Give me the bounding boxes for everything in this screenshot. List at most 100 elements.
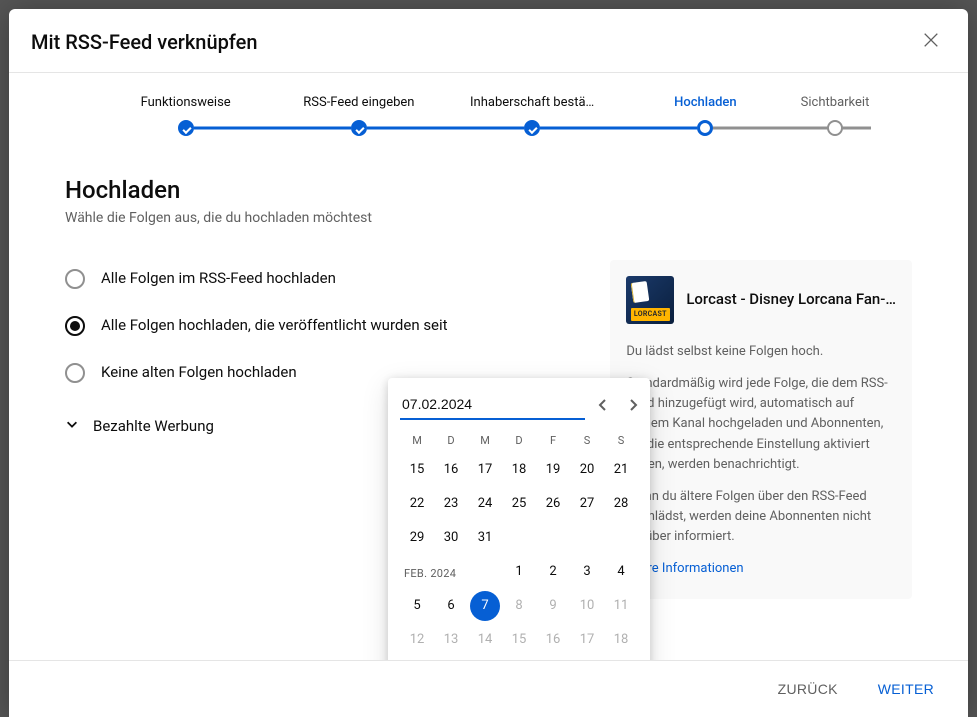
chevron-right-icon xyxy=(627,399,639,414)
calendar-day[interactable]: 3 xyxy=(572,557,602,587)
calendar-day-prev[interactable]: 20 xyxy=(572,455,602,485)
calendar-day-prev[interactable]: 16 xyxy=(436,455,466,485)
calendar-month-label: FEB. 2024 xyxy=(400,557,468,587)
calendar-weekday: M xyxy=(468,428,502,451)
step-4: Sichtbarkeit xyxy=(792,95,878,136)
calendar-day-prev[interactable]: 19 xyxy=(538,455,568,485)
calendar-day-prev[interactable]: 28 xyxy=(606,489,636,519)
calendar-day[interactable]: 17 xyxy=(572,625,602,655)
calendar-day-prev[interactable]: 18 xyxy=(504,455,534,485)
step-2: Inhaberschaft bestä… xyxy=(446,95,619,136)
calendar-day-prev[interactable]: 24 xyxy=(470,489,500,519)
calendar-day[interactable]: 10 xyxy=(572,591,602,621)
date-picker-popover: MDMDFSS151617181920212223242526272829303… xyxy=(388,378,650,660)
calendar-day[interactable]: 24 xyxy=(572,659,602,660)
close-icon xyxy=(922,37,940,52)
calendar-day[interactable]: 15 xyxy=(504,625,534,655)
calendar-day-prev[interactable]: 27 xyxy=(572,489,602,519)
step-dot xyxy=(524,120,540,136)
info-column: LORCAST Lorcast - Disney Lorcana Fan-… D… xyxy=(610,260,912,599)
radio-upload-all[interactable]: Alle Folgen im RSS-Feed hochladen xyxy=(65,260,570,307)
step-label: RSS-Feed eingeben xyxy=(272,95,445,110)
calendar-weekday: M xyxy=(400,428,434,451)
calendar-grid: MDMDFSS151617181920212223242526272829303… xyxy=(400,428,638,660)
calendar-day[interactable]: 16 xyxy=(538,625,568,655)
thumb-label: LORCAST xyxy=(631,308,670,321)
calendar-day[interactable]: 25 xyxy=(606,659,636,660)
calendar-day-prev[interactable]: 30 xyxy=(436,523,466,553)
step-label: Inhaberschaft bestä… xyxy=(446,95,619,110)
podcast-thumbnail: LORCAST xyxy=(626,276,674,324)
radio-label: Alle Folgen hochladen, die veröffentlich… xyxy=(101,315,448,335)
expander-label: Bezahlte Werbung xyxy=(93,417,214,435)
prev-month-button[interactable] xyxy=(591,393,615,420)
calendar-weekday: S xyxy=(604,428,638,451)
step-3: Hochladen xyxy=(619,95,792,136)
calendar-day-prev[interactable]: 25 xyxy=(504,489,534,519)
stepper: FunktionsweiseRSS-Feed eingebenInhabersc… xyxy=(9,73,968,136)
calendar-day[interactable]: 11 xyxy=(606,591,636,621)
calendar-day-prev[interactable]: 26 xyxy=(538,489,568,519)
calendar-day-prev[interactable]: 23 xyxy=(436,489,466,519)
step-dot xyxy=(827,120,843,136)
radio-upload-since[interactable]: Alle Folgen hochladen, die veröffentlich… xyxy=(65,307,570,354)
modal-title: Mit RSS-Feed verknüpfen xyxy=(31,30,257,54)
calendar-day[interactable]: 12 xyxy=(402,625,432,655)
calendar-day[interactable]: 8 xyxy=(504,591,534,621)
step-dot xyxy=(178,120,194,136)
calendar-day-prev[interactable]: 22 xyxy=(402,489,432,519)
calendar-day[interactable]: 20 xyxy=(436,659,466,660)
calendar-day[interactable]: 1 xyxy=(504,557,534,587)
calendar-day[interactable]: 19 xyxy=(402,659,432,660)
calendar-day[interactable]: 5 xyxy=(402,591,432,621)
calendar-day-prev[interactable]: 31 xyxy=(470,523,500,553)
rss-link-modal: Mit RSS-Feed verknüpfen FunktionsweiseRS… xyxy=(9,9,968,717)
date-input[interactable] xyxy=(400,392,585,420)
step-dot xyxy=(697,120,713,136)
calendar-weekday: D xyxy=(502,428,536,451)
calendar-day[interactable]: 4 xyxy=(606,557,636,587)
close-button[interactable] xyxy=(916,25,946,58)
calendar-day[interactable]: 21 xyxy=(470,659,500,660)
calendar-weekday: S xyxy=(570,428,604,451)
calendar-day[interactable]: 23 xyxy=(538,659,568,660)
calendar-day[interactable]: 22 xyxy=(504,659,534,660)
step-label: Sichtbarkeit xyxy=(792,95,878,110)
modal-body[interactable]: FunktionsweiseRSS-Feed eingebenInhabersc… xyxy=(9,73,968,660)
calendar-weekday: D xyxy=(434,428,468,451)
back-button[interactable]: ZURÜCK xyxy=(772,673,844,705)
next-month-button[interactable] xyxy=(621,393,645,420)
chevron-left-icon xyxy=(597,399,609,414)
calendar-day-prev[interactable]: 17 xyxy=(470,455,500,485)
calendar-day[interactable]: 13 xyxy=(436,625,466,655)
calendar-day[interactable]: 14 xyxy=(470,625,500,655)
info-text: Wenn du ältere Folgen über den RSS-Feed … xyxy=(626,487,896,547)
calendar-weekday: F xyxy=(536,428,570,451)
step-label: Funktionsweise xyxy=(99,95,272,110)
podcast-title: Lorcast - Disney Lorcana Fan-… xyxy=(686,288,896,311)
radio-label: Alle Folgen im RSS-Feed hochladen xyxy=(101,268,336,288)
chevron-down-icon xyxy=(65,417,79,435)
info-text: Standardmäßig wird jede Folge, die dem R… xyxy=(626,374,896,475)
step-dot xyxy=(351,120,367,136)
radio-icon xyxy=(65,316,85,336)
next-button[interactable]: WEITER xyxy=(872,673,940,705)
section-subtitle: Wähle die Folgen aus, die du hochladen m… xyxy=(65,210,912,226)
step-label: Hochladen xyxy=(619,95,792,110)
info-card: LORCAST Lorcast - Disney Lorcana Fan-… D… xyxy=(610,260,912,599)
radio-icon xyxy=(65,269,85,289)
radio-label: Keine alten Folgen hochladen xyxy=(101,362,297,382)
info-text: Du lädst selbst keine Folgen hoch. xyxy=(626,342,896,362)
calendar-day[interactable]: 9 xyxy=(538,591,568,621)
calendar-day[interactable]: 18 xyxy=(606,625,636,655)
step-1: RSS-Feed eingeben xyxy=(272,95,445,136)
modal-footer: ZURÜCK WEITER xyxy=(9,660,968,717)
calendar-day[interactable]: 2 xyxy=(538,557,568,587)
step-0: Funktionsweise xyxy=(99,95,272,136)
calendar-day-prev[interactable]: 29 xyxy=(402,523,432,553)
calendar-day[interactable]: 6 xyxy=(436,591,466,621)
calendar-day-prev[interactable]: 21 xyxy=(606,455,636,485)
radio-icon xyxy=(65,363,85,383)
calendar-day[interactable]: 7 xyxy=(470,591,500,621)
calendar-day-prev[interactable]: 15 xyxy=(402,455,432,485)
